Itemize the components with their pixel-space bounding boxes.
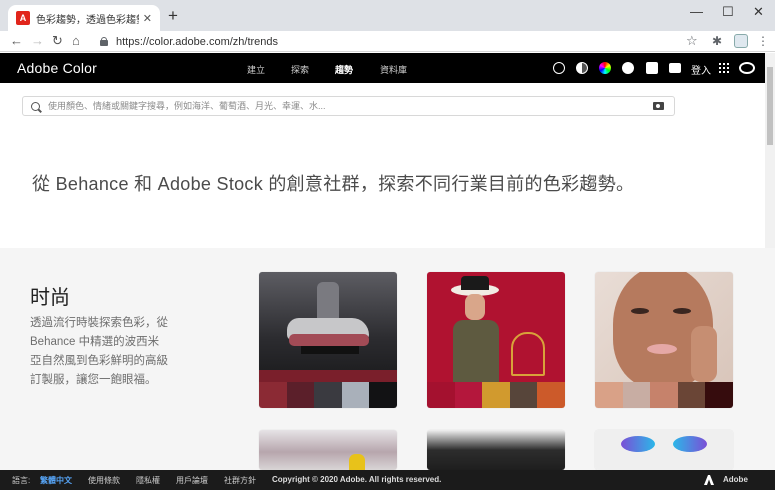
- nav-create[interactable]: 建立: [247, 63, 265, 76]
- creative-cloud-icon[interactable]: [739, 62, 755, 74]
- nav-explore[interactable]: 探索: [291, 63, 309, 76]
- color-swatch[interactable]: [482, 382, 510, 408]
- apps-grid-icon[interactable]: [719, 63, 729, 73]
- help-icon[interactable]: [622, 62, 634, 74]
- section-description: 透過流行時裝探索色彩，從 Behance 中精選的波西米亞自然風到色彩鮮明的高級…: [30, 317, 168, 386]
- minimize-button[interactable]: —: [690, 4, 703, 19]
- hero-heading: 從 Behance 和 Adobe Stock 的創意社群，探索不同行業目前的色…: [32, 174, 635, 194]
- tab-close-icon[interactable]: ✕: [143, 12, 152, 25]
- language-label: 語言:: [12, 476, 31, 485]
- trend-card[interactable]: [259, 430, 397, 470]
- page-footer: 語言: 繁體中文 使用條款 隱私權 用戶論壇 社群方針 Copyright © …: [0, 470, 775, 490]
- footer-link-community[interactable]: 社群方針: [224, 475, 256, 486]
- color-swatch[interactable]: [369, 382, 397, 408]
- adobe-favicon-icon: A: [16, 11, 30, 25]
- palette-swatches: [427, 382, 565, 408]
- trend-photo-mountain: [259, 430, 397, 470]
- search-box: [22, 96, 675, 116]
- color-swatch[interactable]: [314, 382, 342, 408]
- profile-avatar[interactable]: [734, 34, 748, 48]
- home-icon[interactable]: ⌂: [72, 32, 80, 50]
- copyright-text: Copyright © 2020 Adobe. All rights reser…: [272, 475, 442, 484]
- footer-link-terms[interactable]: 使用條款: [88, 475, 120, 486]
- url-text: https://color.adobe.com/zh/trends: [116, 35, 279, 48]
- color-swatch[interactable]: [454, 382, 483, 408]
- trend-card[interactable]: [595, 272, 733, 408]
- tab-title: 色彩趨勢，透過色彩趨勢啟發創意: [36, 14, 139, 26]
- section-title: 时尚: [30, 287, 70, 309]
- palette-swatches: [259, 382, 397, 408]
- footer-link-forum[interactable]: 用戶論壇: [176, 475, 208, 486]
- footer-link-privacy[interactable]: 隱私權: [136, 475, 160, 486]
- window-close-button[interactable]: ✕: [753, 4, 764, 20]
- nav-library[interactable]: 資料庫: [380, 63, 407, 76]
- trend-photo-sneaker: [259, 272, 397, 382]
- language-selector[interactable]: 繁體中文: [40, 475, 72, 486]
- color-swatch[interactable]: [705, 382, 733, 408]
- color-swatch[interactable]: [537, 382, 565, 408]
- color-swatch[interactable]: [677, 382, 706, 408]
- color-swatch[interactable]: [509, 382, 538, 408]
- app-header: Adobe Color 建立 探索 趨勢 資料庫 登入: [0, 53, 775, 83]
- color-swatch[interactable]: [427, 382, 455, 408]
- trend-photo-bag: [427, 430, 565, 470]
- camera-search-icon[interactable]: [653, 102, 664, 110]
- browser-tab-strip: A 色彩趨勢，透過色彩趨勢啟發創意 ✕ + — ☐ ✕: [0, 0, 775, 31]
- trend-card[interactable]: [595, 430, 733, 470]
- extensions-icon[interactable]: ✱: [712, 34, 722, 48]
- trend-card[interactable]: [259, 272, 397, 408]
- trend-photo-makeup: [595, 430, 733, 470]
- bookmark-star-icon[interactable]: ☆: [686, 33, 698, 49]
- feedback-icon[interactable]: [646, 62, 658, 74]
- color-swatch[interactable]: [650, 382, 678, 408]
- search-input[interactable]: [48, 101, 638, 111]
- color-swatch[interactable]: [341, 382, 370, 408]
- adobe-wordmark[interactable]: Adobe: [723, 475, 748, 484]
- browser-tab[interactable]: A 色彩趨勢，透過色彩趨勢啟發創意 ✕: [8, 5, 160, 31]
- trend-card[interactable]: [427, 272, 565, 408]
- color-swatch[interactable]: [259, 382, 287, 408]
- brand-logo[interactable]: Adobe Color: [17, 60, 97, 76]
- contrast-icon[interactable]: [576, 62, 588, 74]
- color-swatch[interactable]: [595, 382, 623, 408]
- accessibility-icon[interactable]: [553, 62, 565, 74]
- palette-swatches: [595, 382, 733, 408]
- login-button[interactable]: 登入: [691, 62, 711, 77]
- chat-icon[interactable]: [669, 63, 681, 73]
- trend-card[interactable]: [427, 430, 565, 470]
- browser-toolbar: ← → ↻ ⌂ https://color.adobe.com/zh/trend…: [0, 31, 775, 52]
- trend-photo-woman-hat: [427, 272, 565, 382]
- scrollbar-thumb[interactable]: [767, 67, 773, 145]
- color-swatch[interactable]: [286, 382, 315, 408]
- forward-arrow-icon[interactable]: →: [31, 32, 44, 50]
- nav-trends[interactable]: 趨勢: [335, 63, 353, 76]
- adobe-logo-icon: [704, 475, 714, 485]
- color-wheel-icon[interactable]: [599, 62, 611, 74]
- lock-icon: [100, 37, 108, 46]
- color-swatch[interactable]: [622, 382, 651, 408]
- menu-kebab-icon[interactable]: ⋮: [757, 34, 769, 48]
- reload-icon[interactable]: ↻: [52, 32, 63, 50]
- new-tab-button[interactable]: +: [168, 7, 178, 25]
- address-bar[interactable]: https://color.adobe.com/zh/trends: [94, 32, 706, 51]
- trend-photo-face: [595, 272, 733, 382]
- search-icon: [31, 101, 40, 111]
- back-arrow-icon[interactable]: ←: [10, 32, 23, 50]
- trend-section-fashion: 时尚 透過流行時裝探索色彩，從 Behance 中精選的波西米亞自然風到色彩鮮明…: [0, 248, 775, 470]
- maximize-button[interactable]: ☐: [722, 4, 734, 20]
